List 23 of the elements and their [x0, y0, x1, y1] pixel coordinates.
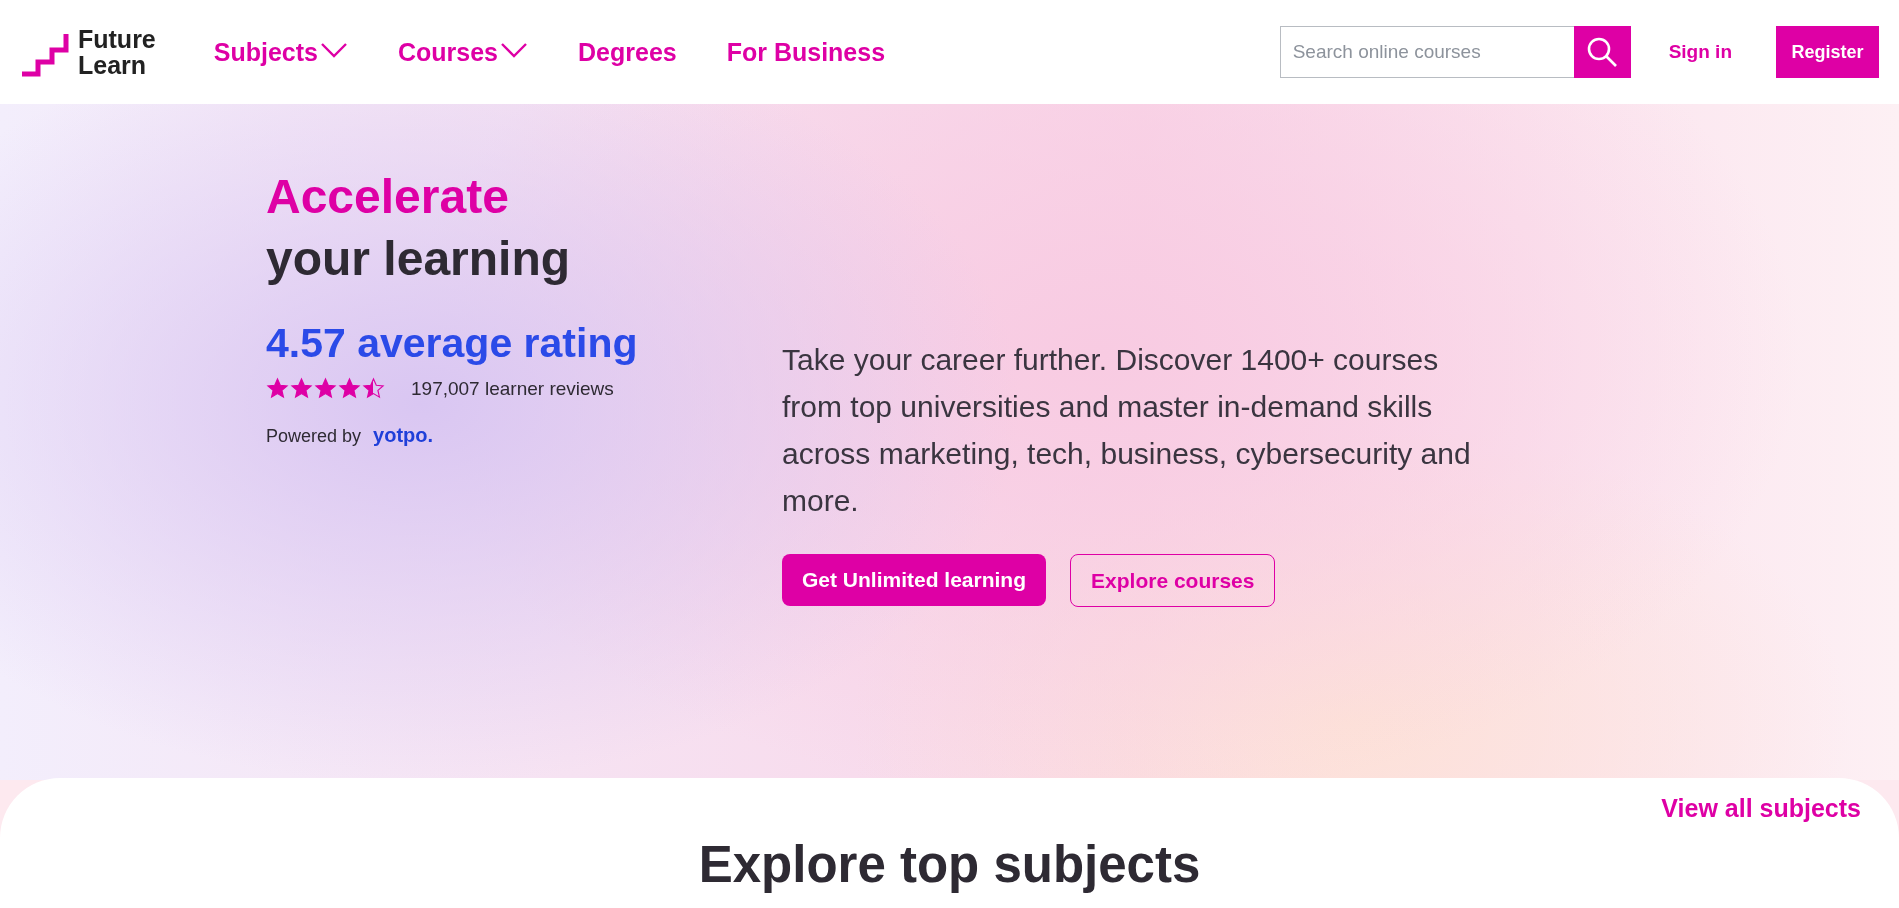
register-button[interactable]: Register	[1776, 26, 1879, 78]
unlimited-learning-button[interactable]: Get Unlimited learning	[782, 554, 1047, 606]
average-rating: 4.57 average rating	[266, 320, 639, 367]
chevron-down-icon	[500, 42, 529, 58]
nav-link[interactable]: Courses	[398, 37, 529, 67]
search-field[interactable]: Search online courses	[1279, 26, 1574, 78]
nav-link[interactable]: Subjects	[213, 37, 348, 67]
search-button[interactable]	[1573, 26, 1631, 78]
hero-title-accent: Accelerate	[266, 169, 510, 225]
hero-description: Take your career further. Discover 1400+ courses from top universities and master in-demand skills across marketing, tech, business, cybersecurity and more.	[782, 342, 1472, 519]
review-count: 197,007 learner reviews	[411, 377, 614, 400]
nav-link[interactable]: Degrees	[578, 37, 677, 67]
view-all-subjects-link[interactable]: View all subjects	[1661, 794, 1861, 823]
hero-title: your learning	[266, 231, 572, 287]
sign-in-link[interactable]: Sign in	[1668, 41, 1732, 63]
search-icon	[1586, 36, 1619, 68]
powered-by-label: Powered by	[266, 426, 362, 447]
explore-courses-button[interactable]: Explore courses	[1070, 554, 1276, 607]
logo-text[interactable]: Future Learn	[78, 26, 156, 78]
provider-logo[interactable]: yotpo.	[373, 424, 434, 447]
nav-link[interactable]: For Business	[726, 37, 886, 67]
chevron-down-icon	[320, 42, 348, 58]
section-heading: Explore top subjects	[697, 835, 1202, 894]
